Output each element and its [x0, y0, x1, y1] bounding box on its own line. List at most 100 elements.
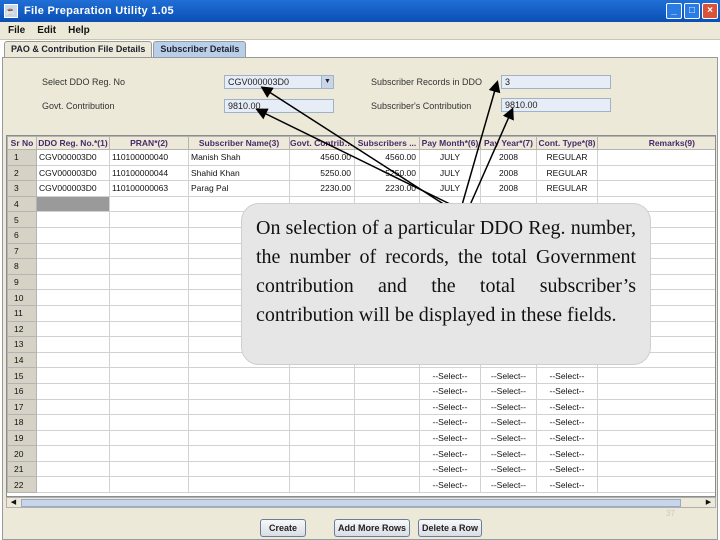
cell-ddo[interactable] — [36, 304, 110, 322]
col-govt-contribution[interactable]: Govt. Contribu... — [289, 136, 355, 150]
table-row[interactable]: 22 --Select-- --Select-- --Select-- — [7, 476, 715, 494]
cell-month[interactable]: --Select-- — [419, 414, 481, 431]
cell-name[interactable]: Shahid Khan — [188, 164, 290, 182]
cell-pran[interactable] — [109, 429, 189, 447]
cell-ddo[interactable] — [36, 445, 110, 462]
cell-ddo[interactable] — [36, 336, 110, 353]
col-remarks[interactable]: Remarks(9) — [597, 136, 715, 150]
cell-name[interactable] — [188, 398, 290, 416]
horizontal-scrollbar[interactable]: ◀ ▶ — [6, 497, 716, 508]
cell-pran[interactable] — [109, 336, 189, 353]
cell-year[interactable]: --Select-- — [480, 445, 537, 462]
scroll-left-icon[interactable]: ◀ — [8, 498, 19, 507]
cell-subs[interactable] — [354, 382, 420, 400]
cell-ddo[interactable] — [36, 398, 110, 416]
cell-pran[interactable] — [109, 382, 189, 400]
cell-remarks[interactable] — [597, 367, 715, 384]
cell-name[interactable] — [188, 445, 290, 462]
col-pay-year[interactable]: Pay Year*(7) — [480, 136, 537, 150]
col-ddo-reg[interactable]: DDO Reg. No.*(1) — [36, 136, 110, 150]
cell-govt[interactable] — [289, 398, 355, 416]
cell-remarks[interactable] — [597, 445, 715, 462]
cell-ddo[interactable] — [36, 273, 110, 291]
table-row[interactable]: 21 --Select-- --Select-- --Select-- — [7, 460, 715, 478]
cell-ddo[interactable]: CGV000003D0 — [36, 180, 110, 197]
cell-ddo[interactable] — [36, 367, 110, 384]
cell-remarks[interactable] — [597, 164, 715, 182]
cell-pran[interactable] — [109, 242, 189, 260]
cell-remarks[interactable] — [597, 149, 715, 166]
table-row[interactable]: 20 --Select-- --Select-- --Select-- — [7, 445, 715, 462]
cell-ddo[interactable] — [36, 320, 110, 338]
cell-govt[interactable]: 2230.00 — [289, 180, 355, 197]
cell-remarks[interactable] — [597, 476, 715, 494]
cell-month[interactable]: --Select-- — [419, 382, 481, 400]
cell-pran[interactable] — [109, 226, 189, 244]
cell-name[interactable]: Parag Pal — [188, 180, 290, 197]
cell-type[interactable]: --Select-- — [536, 429, 598, 447]
cell-ddo[interactable] — [36, 242, 110, 260]
cell-pran[interactable]: 110100000040 — [109, 149, 189, 166]
cell-type[interactable]: --Select-- — [536, 382, 598, 400]
cell-pran[interactable] — [109, 211, 189, 228]
cell-pran[interactable] — [109, 258, 189, 275]
cell-pran[interactable] — [109, 476, 189, 494]
table-row[interactable]: 19 --Select-- --Select-- --Select-- — [7, 429, 715, 447]
cell-ddo[interactable] — [36, 195, 110, 213]
cell-govt[interactable] — [289, 382, 355, 400]
cell-year[interactable]: 2008 — [480, 180, 537, 197]
col-subscriber-contribution[interactable]: Subscribers ... — [354, 136, 420, 150]
cell-pran[interactable] — [109, 320, 189, 338]
cell-month[interactable]: --Select-- — [419, 398, 481, 416]
cell-ddo[interactable] — [36, 258, 110, 275]
minimize-icon[interactable]: _ — [666, 3, 682, 19]
cell-subs[interactable] — [354, 414, 420, 431]
cell-ddo[interactable] — [36, 226, 110, 244]
cell-type[interactable]: --Select-- — [536, 414, 598, 431]
cell-remarks[interactable] — [597, 414, 715, 431]
cell-year[interactable]: --Select-- — [480, 429, 537, 447]
cell-remarks[interactable] — [597, 429, 715, 447]
cell-ddo[interactable] — [36, 414, 110, 431]
cell-month[interactable]: --Select-- — [419, 429, 481, 447]
cell-pran[interactable]: 110100000044 — [109, 164, 189, 182]
cell-subs[interactable] — [354, 476, 420, 494]
cell-pran[interactable] — [109, 273, 189, 291]
menu-help[interactable]: Help — [68, 25, 90, 36]
cell-subs[interactable] — [354, 398, 420, 416]
cell-pran[interactable] — [109, 304, 189, 322]
cell-year[interactable]: --Select-- — [480, 367, 537, 384]
cell-subs[interactable] — [354, 445, 420, 462]
cell-month[interactable]: --Select-- — [419, 367, 481, 384]
scroll-thumb[interactable] — [21, 499, 681, 507]
cell-name[interactable] — [188, 414, 290, 431]
cell-year[interactable]: --Select-- — [480, 460, 537, 478]
col-pay-month[interactable]: Pay Month*(6) — [419, 136, 481, 150]
cell-remarks[interactable] — [597, 180, 715, 197]
cell-month[interactable]: JULY — [419, 180, 481, 197]
cell-subs[interactable] — [354, 367, 420, 384]
cell-pran[interactable] — [109, 351, 189, 369]
cell-name[interactable] — [188, 367, 290, 384]
cell-month[interactable]: JULY — [419, 149, 481, 166]
tab-subscriber-details[interactable]: Subscriber Details — [153, 41, 247, 57]
cell-month[interactable]: --Select-- — [419, 476, 481, 494]
cell-year[interactable]: 2008 — [480, 149, 537, 166]
table-row[interactable]: 16 --Select-- --Select-- --Select-- — [7, 382, 715, 400]
cell-month[interactable]: --Select-- — [419, 460, 481, 478]
cell-pran[interactable] — [109, 445, 189, 462]
cell-name[interactable] — [188, 382, 290, 400]
cell-pran[interactable] — [109, 460, 189, 478]
scroll-right-icon[interactable]: ▶ — [703, 498, 714, 507]
cell-type[interactable]: REGULAR — [536, 164, 598, 182]
cell-year[interactable]: --Select-- — [480, 398, 537, 416]
menu-file[interactable]: File — [8, 25, 25, 36]
cell-subs[interactable]: 5250.00 — [354, 164, 420, 182]
cell-ddo[interactable] — [36, 429, 110, 447]
cell-ddo[interactable] — [36, 289, 110, 306]
col-cont-type[interactable]: Cont. Type*(8) — [536, 136, 598, 150]
cell-remarks[interactable] — [597, 382, 715, 400]
col-subscriber-name[interactable]: Subscriber Name(3) — [188, 136, 290, 150]
cell-ddo[interactable] — [36, 476, 110, 494]
cell-remarks[interactable] — [597, 398, 715, 416]
